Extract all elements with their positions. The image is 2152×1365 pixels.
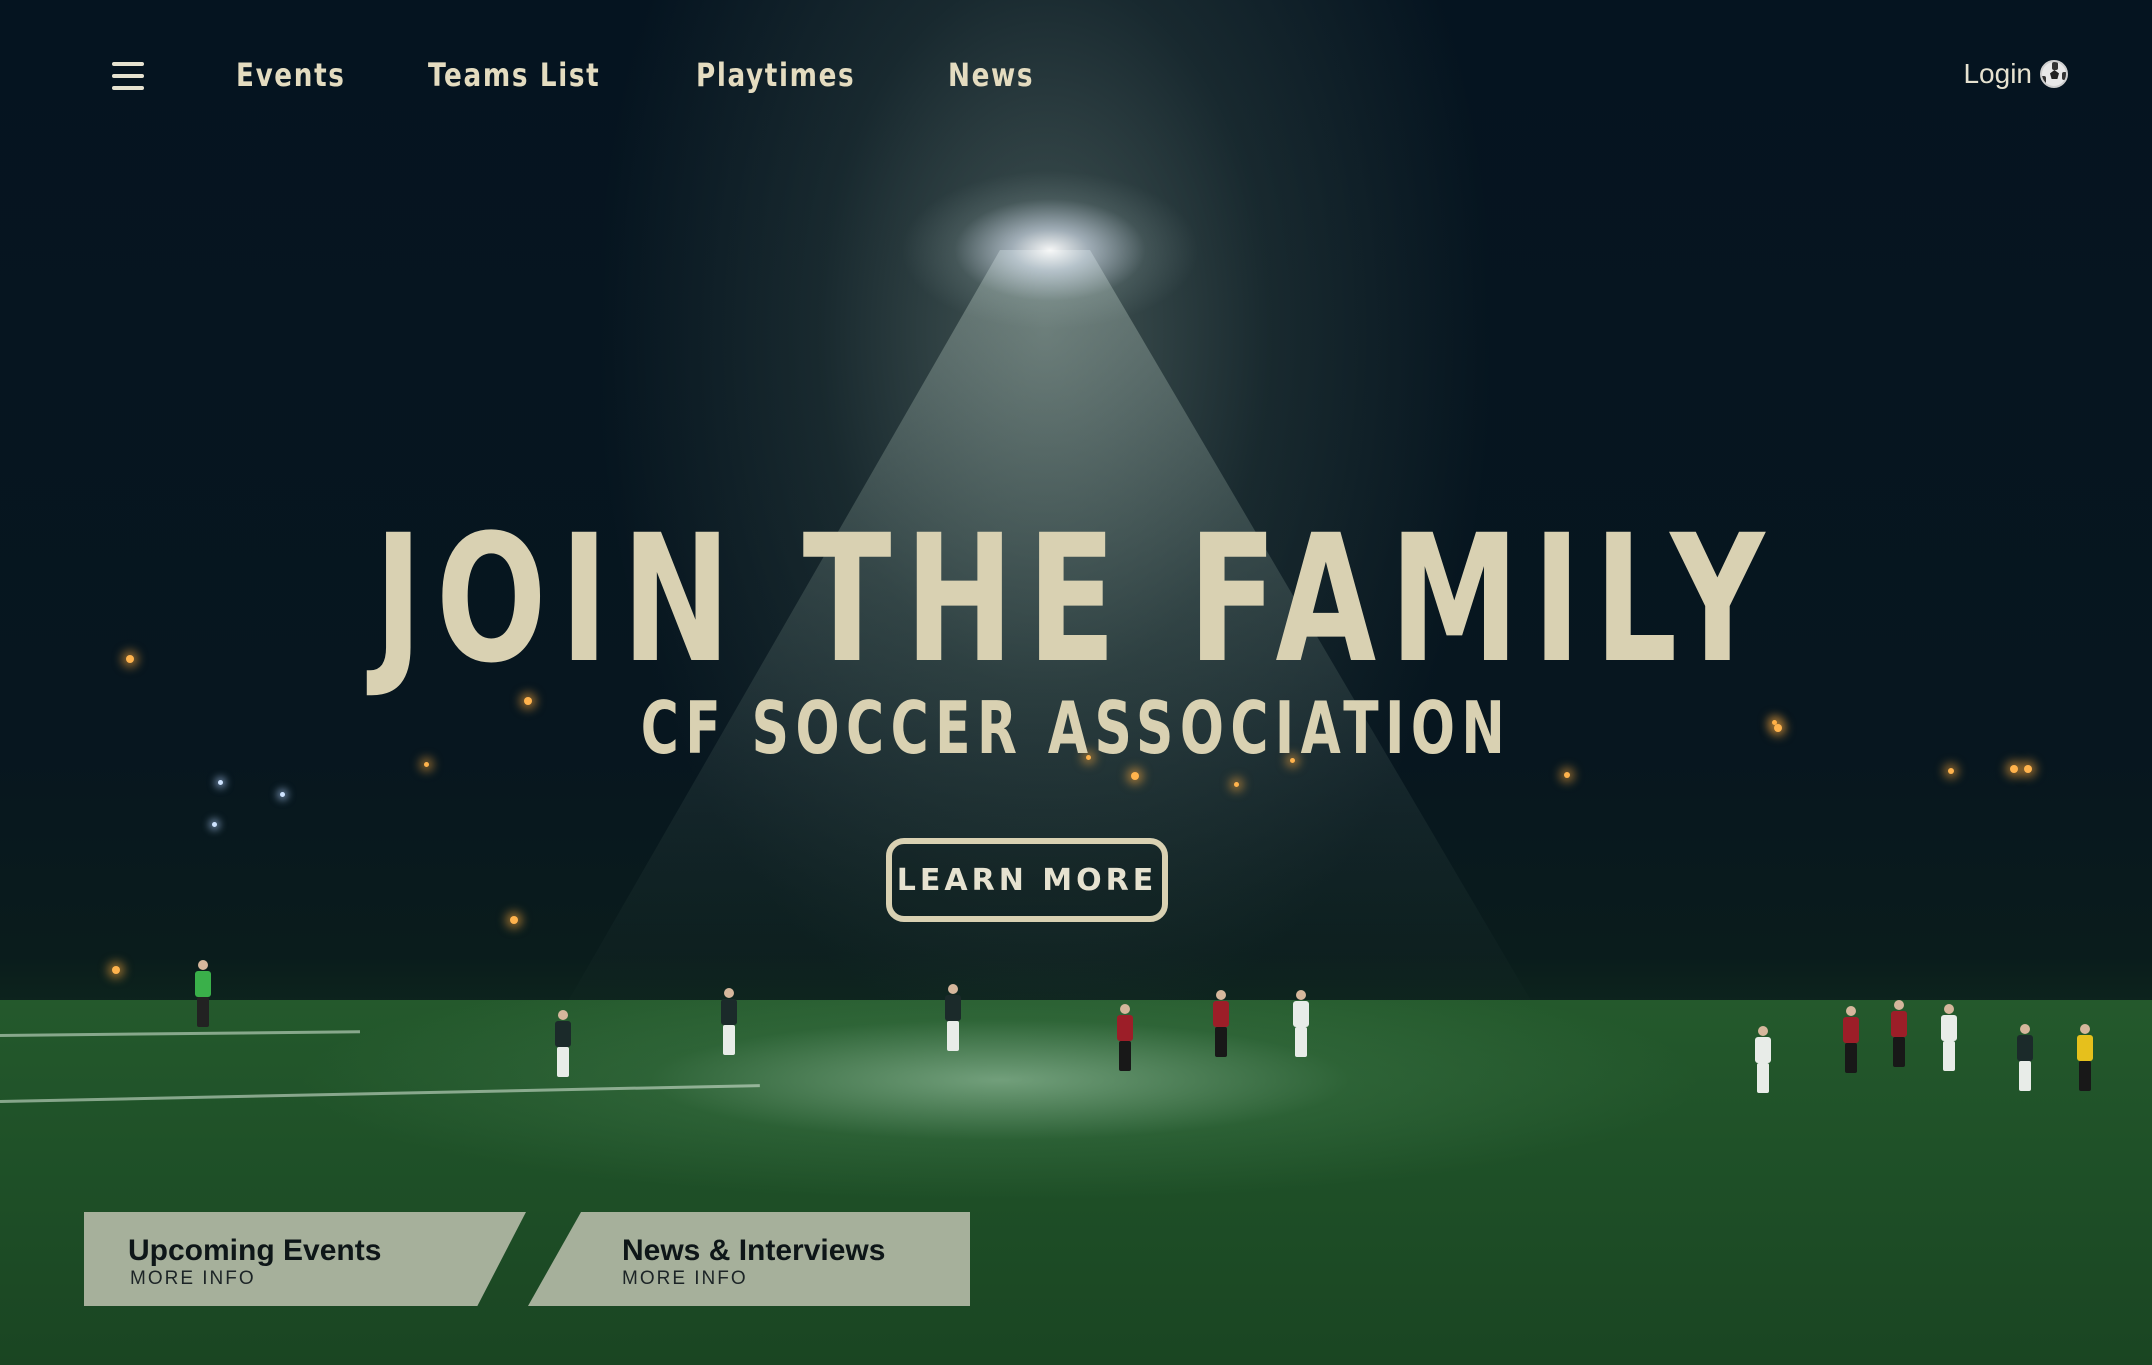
player (718, 988, 740, 1058)
hero-background: Events Teams List Playtimes News Login J… (0, 0, 2152, 1365)
player (1114, 1004, 1136, 1074)
player (192, 960, 214, 1030)
player (1840, 1006, 1862, 1076)
pitch-line (0, 1084, 760, 1103)
player (552, 1010, 574, 1080)
login-button[interactable]: Login (1963, 58, 2068, 90)
player (1290, 990, 1312, 1060)
player (942, 984, 964, 1054)
player (1888, 1000, 1910, 1070)
card-title: Upcoming Events (128, 1234, 382, 1267)
hero-subtitle: CF SOCCER ASSOCIATION (640, 686, 1512, 770)
player (1752, 1026, 1774, 1096)
top-navigation: Events Teams List Playtimes News Login (0, 0, 2152, 160)
pitch-line (0, 1030, 360, 1037)
hamburger-menu-icon[interactable] (112, 62, 144, 90)
news-interviews-card[interactable]: News & Interviews MORE INFO (528, 1212, 970, 1306)
nav-link-events[interactable]: Events (236, 56, 346, 94)
login-label: Login (1963, 58, 2032, 89)
soccer-ball-icon (2040, 60, 2068, 88)
player (2014, 1024, 2036, 1094)
more-info-link[interactable]: MORE INFO (130, 1268, 256, 1290)
player (1938, 1004, 1960, 1074)
floodlight (900, 170, 1200, 330)
nav-link-news[interactable]: News (948, 56, 1034, 94)
player (2074, 1024, 2096, 1094)
learn-more-button[interactable]: LEARN MORE (886, 838, 1168, 922)
upcoming-events-card[interactable]: Upcoming Events MORE INFO (84, 1212, 526, 1306)
soccer-pitch (0, 1000, 2152, 1365)
nav-link-playtimes[interactable]: Playtimes (696, 56, 855, 94)
hero-title: JOIN THE FAMILY (374, 497, 1778, 702)
card-title: News & Interviews (622, 1234, 886, 1267)
nav-link-teams-list[interactable]: Teams List (428, 56, 600, 94)
nav-links: Events Teams List Playtimes News (236, 56, 1053, 94)
more-info-link[interactable]: MORE INFO (622, 1268, 748, 1290)
player (1210, 990, 1232, 1060)
